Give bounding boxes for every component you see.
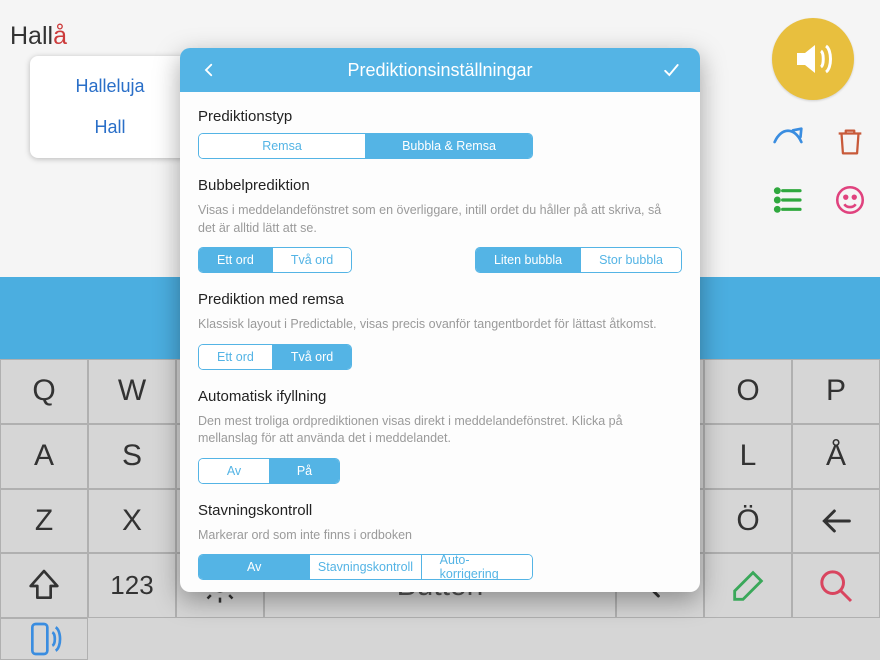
- chevron-left-icon: [200, 61, 218, 79]
- opt-two-words[interactable]: Två ord: [272, 248, 351, 272]
- section-desc: Markerar ord som inte finns i ordboken: [198, 527, 682, 545]
- opt-remsa[interactable]: Remsa: [199, 134, 365, 158]
- segmented-bubble-words: Ett ord Två ord: [198, 247, 352, 273]
- section-desc: Visas i meddelandefönstret som en överli…: [198, 202, 682, 237]
- section-spellcheck: Stavningskontroll Markerar ord som inte …: [198, 502, 682, 581]
- back-button[interactable]: [194, 61, 224, 79]
- opt-autocorrect[interactable]: Auto-korrigering: [421, 555, 532, 579]
- modal-title: Prediktionsinställningar: [224, 60, 656, 81]
- modal-header: Prediktionsinställningar: [180, 48, 700, 92]
- confirm-button[interactable]: [656, 60, 686, 80]
- segmented-prediction-type: Remsa Bubbla & Remsa: [198, 133, 533, 159]
- section-autofill: Automatisk ifyllning Den mest troliga or…: [198, 388, 682, 484]
- opt-spellcheck[interactable]: Stavningskontroll: [309, 555, 420, 579]
- opt-two-words[interactable]: Två ord: [272, 345, 351, 369]
- section-prediction-type: Prediktionstyp Remsa Bubbla & Remsa: [198, 108, 682, 159]
- segmented-autofill: Av På: [198, 458, 340, 484]
- section-title: Prediktionstyp: [198, 108, 682, 125]
- section-desc: Klassisk layout i Predictable, visas pre…: [198, 316, 682, 334]
- segmented-bubble-size: Liten bubbla Stor bubbla: [475, 247, 682, 273]
- section-title: Automatisk ifyllning: [198, 388, 682, 405]
- opt-bubbla-remsa[interactable]: Bubbla & Remsa: [365, 134, 532, 158]
- opt-off[interactable]: Av: [199, 459, 269, 483]
- section-title: Bubbelprediktion: [198, 177, 682, 194]
- opt-off[interactable]: Av: [199, 555, 309, 579]
- opt-on[interactable]: På: [269, 459, 339, 483]
- modal-body: Prediktionstyp Remsa Bubbla & Remsa Bubb…: [180, 92, 700, 592]
- opt-small-bubble[interactable]: Liten bubbla: [476, 248, 580, 272]
- section-bubble: Bubbelprediktion Visas i meddelandefönst…: [198, 177, 682, 273]
- modal-overlay: Prediktionsinställningar Prediktionstyp …: [0, 0, 880, 660]
- section-title: Prediktion med remsa: [198, 291, 682, 308]
- opt-one-word[interactable]: Ett ord: [199, 345, 272, 369]
- segmented-spellcheck: Av Stavningskontroll Auto-korrigering: [198, 554, 533, 580]
- opt-large-bubble[interactable]: Stor bubbla: [580, 248, 681, 272]
- check-icon: [661, 60, 681, 80]
- section-title: Stavningskontroll: [198, 502, 682, 519]
- opt-one-word[interactable]: Ett ord: [199, 248, 272, 272]
- section-strip: Prediktion med remsa Klassisk layout i P…: [198, 291, 682, 370]
- segmented-strip-words: Ett ord Två ord: [198, 344, 352, 370]
- section-desc: Den mest troliga ordprediktionen visas d…: [198, 413, 682, 448]
- settings-modal: Prediktionsinställningar Prediktionstyp …: [180, 48, 700, 592]
